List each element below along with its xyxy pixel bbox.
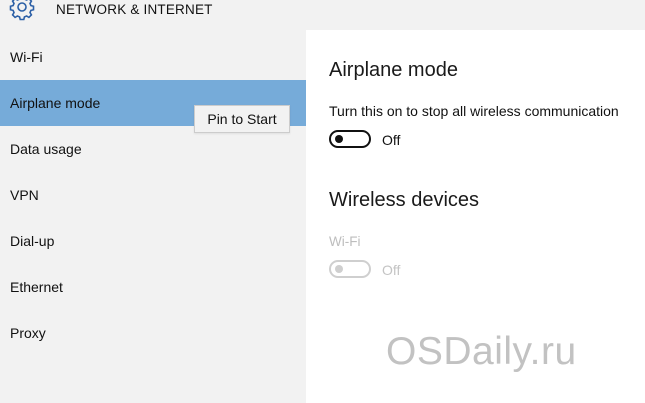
sidebar-item-vpn[interactable]: VPN [0, 172, 306, 218]
title-bar: NETWORK & INTERNET [0, 0, 645, 30]
airplane-mode-toggle[interactable] [329, 130, 371, 148]
watermark: OSDaily.ru [386, 330, 577, 373]
sidebar-item-proxy[interactable]: Proxy [0, 310, 306, 356]
airplane-mode-state: Off [382, 132, 401, 148]
wifi-toggle[interactable] [329, 260, 371, 278]
pin-to-start-menu-item[interactable]: Pin to Start [194, 105, 290, 133]
toggle-knob [335, 135, 343, 143]
sidebar-item-ethernet[interactable]: Ethernet [0, 264, 306, 310]
sidebar: Wi-Fi Airplane mode Data usage VPN Dial-… [0, 30, 306, 403]
airplane-mode-description: Turn this on to stop all wireless commun… [329, 103, 619, 119]
sidebar-item-dial-up[interactable]: Dial-up [0, 218, 306, 264]
airplane-mode-heading: Airplane mode [329, 59, 458, 81]
wifi-state: Off [382, 262, 401, 278]
sidebar-item-wifi[interactable]: Wi-Fi [0, 34, 306, 80]
page-title: NETWORK & INTERNET [56, 2, 213, 17]
wifi-label: Wi-Fi [329, 234, 361, 249]
gear-icon [9, 0, 35, 21]
wireless-devices-heading: Wireless devices [329, 189, 480, 211]
toggle-knob [335, 265, 343, 273]
